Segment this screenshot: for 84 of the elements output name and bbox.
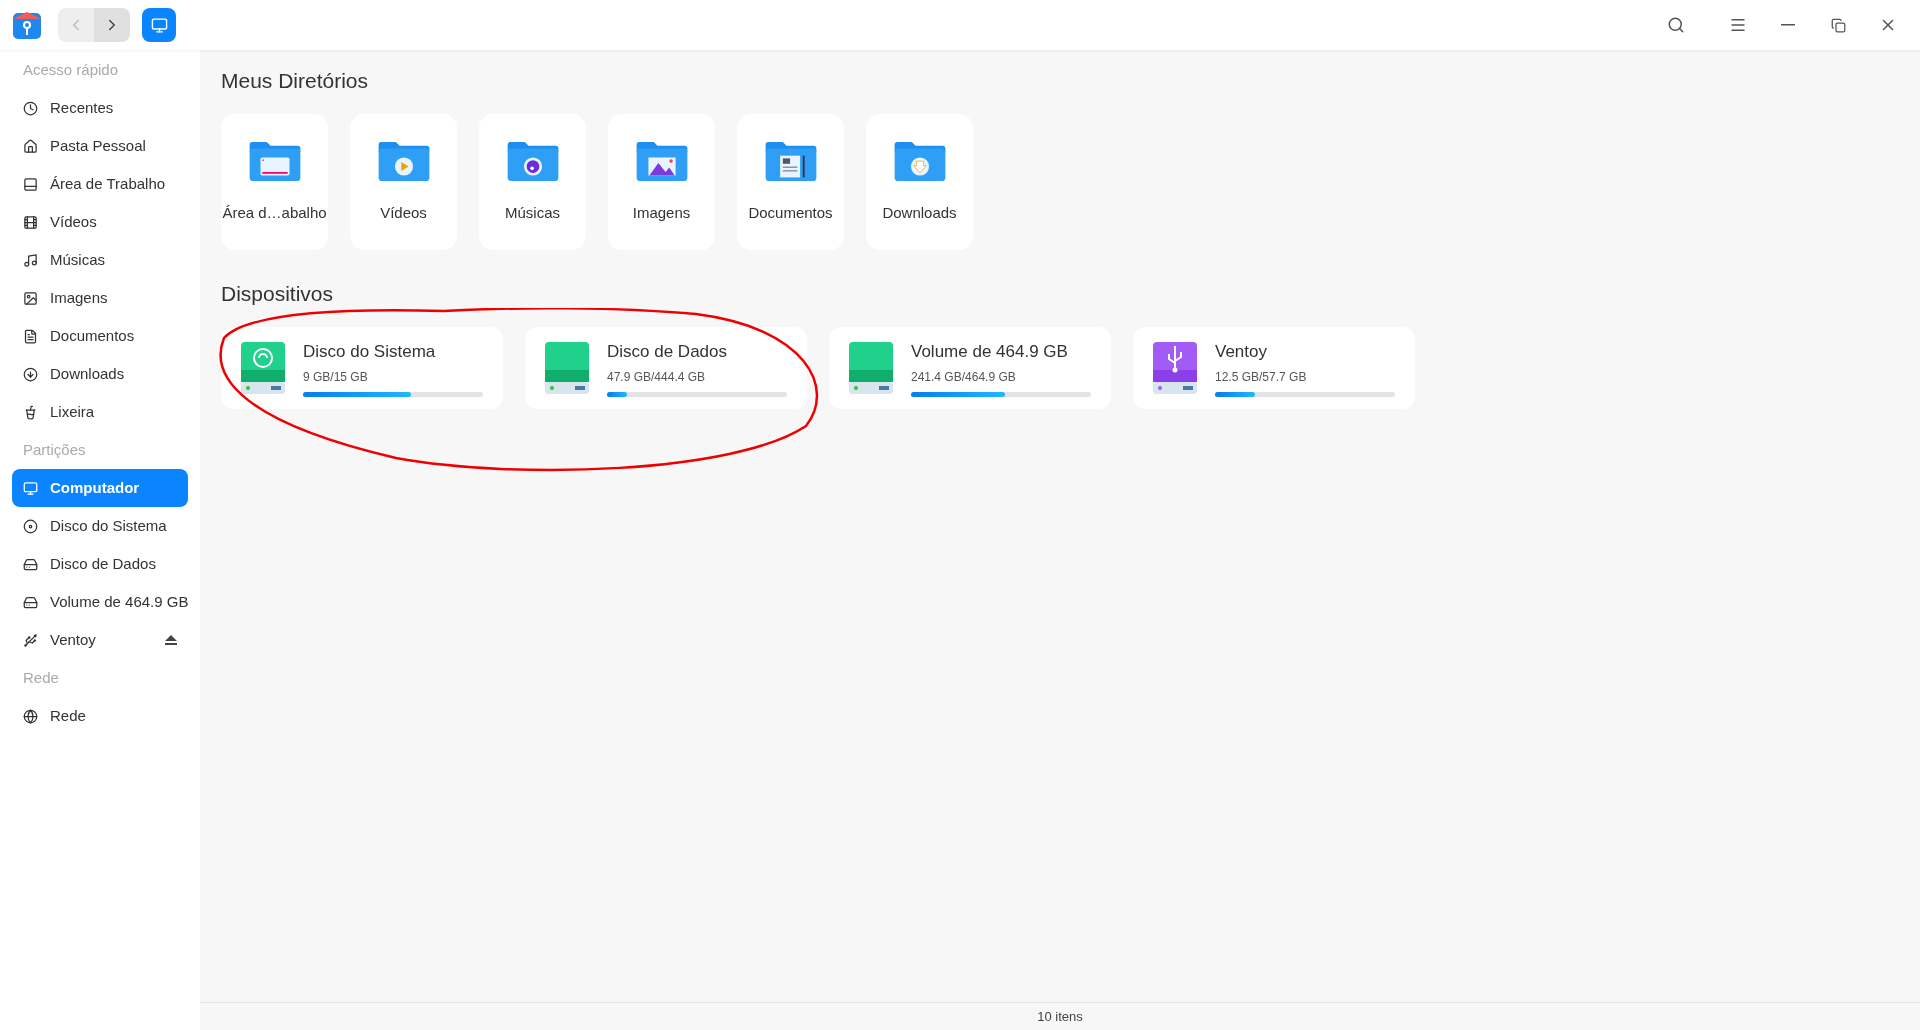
- device-card[interactable]: Ventoy 12.5 GB/57.7 GB: [1133, 327, 1415, 409]
- section-heading: Meus Diretórios: [221, 68, 370, 94]
- device-name: Disco de Dados: [607, 341, 728, 364]
- sidebar-item-label: Downloads: [50, 363, 126, 384]
- item-count: 10 itens: [1037, 1007, 1083, 1026]
- folder-label: Imagens: [632, 202, 691, 223]
- device-card[interactable]: Disco de Dados 47.9 GB/444.4 GB: [525, 327, 807, 409]
- sidebar-item[interactable]: Disco do Sistema: [12, 507, 188, 545]
- folder-card[interactable]: Documentos: [737, 113, 844, 250]
- home-icon: [23, 138, 38, 154]
- folder-label: Músicas: [505, 202, 560, 223]
- sidebar-item[interactable]: Ventoy: [12, 621, 188, 659]
- drive-icon: [847, 340, 895, 396]
- folder-label: Documentos: [748, 202, 833, 223]
- clock-icon: [23, 100, 38, 116]
- device-name: Volume de 464.9 GB: [911, 341, 1069, 364]
- sidebar-item-label: Imagens: [50, 287, 109, 308]
- sidebar-item[interactable]: Músicas: [12, 241, 188, 279]
- device-usage: 9 GB/15 GB: [303, 368, 369, 386]
- search-icon: [1667, 16, 1685, 34]
- computer-icon: [150, 16, 168, 34]
- sidebar-section-title: Partições: [22, 439, 87, 460]
- sidebar-item[interactable]: Downloads: [12, 355, 188, 393]
- sidebar-item[interactable]: Lixeira: [12, 393, 188, 431]
- sidebar-item-label: Pasta Pessoal: [50, 135, 147, 156]
- computer-icon: [23, 480, 38, 496]
- device-card[interactable]: Disco do Sistema 9 GB/15 GB: [221, 327, 503, 409]
- sidebar-item[interactable]: Área de Trabalho: [12, 165, 188, 203]
- folder-card[interactable]: Músicas: [479, 113, 586, 250]
- computer-view-button[interactable]: [142, 8, 176, 42]
- device-usage: 241.4 GB/464.9 GB: [911, 368, 1017, 386]
- folder-card[interactable]: Área d…abalho: [221, 113, 328, 250]
- folder-card[interactable]: Downloads: [866, 113, 973, 250]
- sidebar-item-label: Ventoy: [50, 629, 97, 650]
- app-logo-icon: [12, 10, 42, 40]
- sidebar-item-label: Computador: [50, 477, 141, 498]
- sidebar-item-label: Área de Trabalho: [50, 173, 167, 194]
- device-usage: 12.5 GB/57.7 GB: [1215, 368, 1308, 386]
- sidebar-item[interactable]: Computador: [12, 469, 188, 507]
- sidebar-section-title: Acesso rápido: [22, 59, 120, 80]
- usb-icon: [23, 632, 38, 648]
- sidebar-item-label: Documentos: [50, 325, 136, 346]
- sidebar-item-label: Disco do Sistema: [50, 515, 168, 536]
- sidebar-item-label: Vídeos: [50, 211, 98, 232]
- desktop-icon: [23, 176, 38, 192]
- sidebar-item[interactable]: Pasta Pessoal: [12, 127, 188, 165]
- sidebar-item[interactable]: Documentos: [12, 317, 188, 355]
- disk-icon: [23, 518, 38, 534]
- device-name: Disco do Sistema: [303, 341, 437, 364]
- sidebar-item[interactable]: Rede: [12, 697, 188, 735]
- music-icon: [23, 252, 38, 268]
- sidebar-item-label: Músicas: [50, 249, 106, 270]
- sidebar-section-title: Rede: [22, 667, 60, 688]
- sidebar-item[interactable]: Volume de 464.9 GB: [12, 583, 188, 621]
- device-name: Ventoy: [1215, 341, 1268, 364]
- folder-card[interactable]: Imagens: [608, 113, 715, 250]
- folder-card[interactable]: Vídeos: [350, 113, 457, 250]
- folder-label: Vídeos: [380, 202, 427, 223]
- sidebar-item-label: Recentes: [50, 97, 115, 118]
- system-drive-icon: [239, 340, 287, 396]
- sidebar-item-label: Lixeira: [50, 401, 96, 422]
- eject-icon[interactable]: [165, 634, 177, 646]
- document-icon: [23, 328, 38, 344]
- sidebar-item[interactable]: Imagens: [12, 279, 188, 317]
- sidebar-item[interactable]: Recentes: [12, 89, 188, 127]
- menu-icon: [1729, 16, 1747, 34]
- image-icon: [23, 290, 38, 306]
- sidebar-item-label: Disco de Dados: [50, 553, 157, 574]
- minimize-icon: [1781, 24, 1795, 26]
- sidebar-item[interactable]: Vídeos: [12, 203, 188, 241]
- sidebar-item-label: Rede: [50, 705, 87, 726]
- maximize-icon: [1830, 17, 1846, 33]
- sidebar-item-label: Volume de 464.9 GB: [50, 591, 189, 612]
- usb-drive-icon: [1151, 340, 1199, 396]
- sidebar-item[interactable]: Disco de Dados: [12, 545, 188, 583]
- drive-icon: [543, 340, 591, 396]
- device-usage: 47.9 GB/444.4 GB: [607, 368, 707, 386]
- folder-label: Downloads: [882, 202, 957, 223]
- section-heading: Dispositivos: [221, 280, 335, 307]
- network-icon: [23, 708, 38, 724]
- device-card[interactable]: Volume de 464.9 GB 241.4 GB/464.9 GB: [829, 327, 1111, 409]
- film-icon: [23, 214, 38, 230]
- folder-label: Área d…abalho: [222, 202, 327, 223]
- download-icon: [23, 366, 38, 382]
